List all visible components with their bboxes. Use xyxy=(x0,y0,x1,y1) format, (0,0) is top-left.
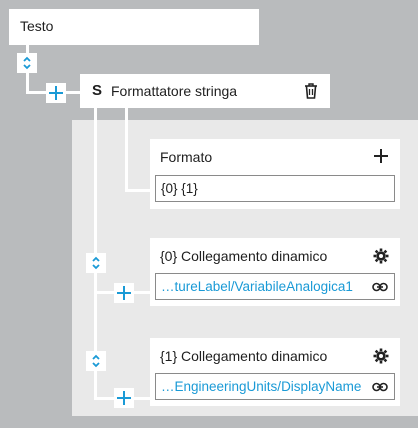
root-node-label: Testo xyxy=(20,18,54,34)
binding-node-label: {1} Collegamento dinamico xyxy=(160,348,328,364)
add-binding-button[interactable] xyxy=(114,388,134,408)
plus-icon xyxy=(117,286,131,300)
binding-node-card: {1} Collegamento dinamico …EngineeringUn… xyxy=(150,338,400,406)
formatter-node-card[interactable]: S Formattatore stringa xyxy=(80,74,330,108)
chevron-up-down-icon xyxy=(92,354,100,368)
plus-icon xyxy=(374,149,388,163)
trash-icon xyxy=(305,83,317,99)
plus-icon xyxy=(117,391,131,405)
format-value: {0} {1} xyxy=(161,181,198,196)
binding-node-label: {0} Collegamento dinamico xyxy=(160,248,328,264)
link-icon[interactable] xyxy=(372,382,388,392)
format-node-card: Formato {0} {1} xyxy=(150,139,400,209)
format-input[interactable]: {0} {1} xyxy=(155,175,395,202)
chevron-up-down-icon xyxy=(92,256,100,270)
root-node-card[interactable]: Testo xyxy=(9,9,259,45)
formatter-badge: S xyxy=(92,82,103,99)
reorder-stepper[interactable] xyxy=(86,253,106,273)
binding-path-input[interactable]: …EngineeringUnits/DisplayName xyxy=(155,373,395,400)
delete-button[interactable] xyxy=(302,82,320,100)
binding-node-card: {0} Collegamento dinamico …tureLabel/Var… xyxy=(150,238,400,306)
add-child-button[interactable] xyxy=(46,83,66,103)
binding-path-value: …EngineeringUnits/DisplayName xyxy=(161,379,362,394)
reorder-stepper[interactable] xyxy=(17,53,37,73)
chevron-up-down-icon xyxy=(23,56,31,70)
binding-path-input[interactable]: …tureLabel/VariabileAnalogica1 xyxy=(155,273,395,300)
binding-path-value: …tureLabel/VariabileAnalogica1 xyxy=(161,279,353,294)
formatter-node-label: Formattatore stringa xyxy=(111,83,238,99)
gear-icon xyxy=(373,248,389,264)
gear-icon xyxy=(373,348,389,364)
format-node-label: Formato xyxy=(160,149,213,165)
add-format-button[interactable] xyxy=(371,146,391,166)
add-binding-button[interactable] xyxy=(114,283,134,303)
reorder-stepper[interactable] xyxy=(86,351,106,371)
link-icon[interactable] xyxy=(372,282,388,292)
plus-icon xyxy=(49,86,63,100)
binding-settings-button[interactable] xyxy=(372,247,390,265)
connector-line xyxy=(125,108,128,192)
binding-settings-button[interactable] xyxy=(372,347,390,365)
